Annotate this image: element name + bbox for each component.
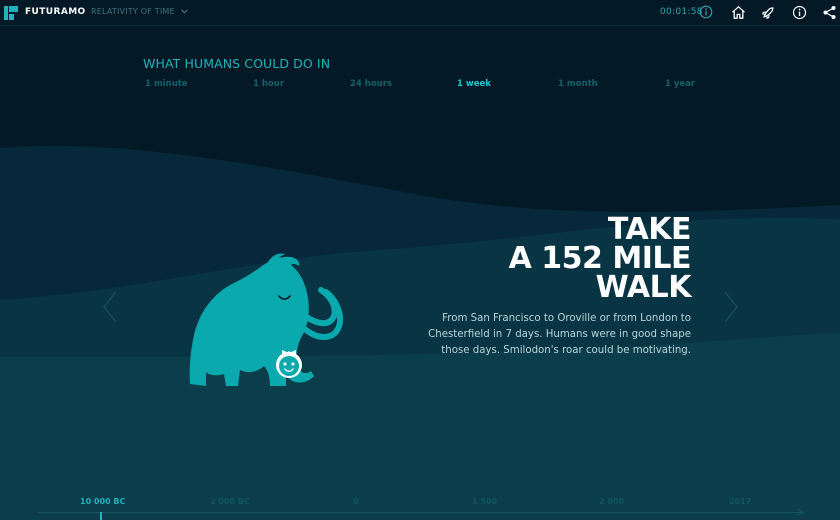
chevron-right-icon	[724, 291, 738, 323]
period-tab-1-month[interactable]: 1 month	[558, 79, 598, 89]
headline-line: TAKE	[607, 212, 692, 247]
timeline-marker	[100, 512, 102, 520]
top-bar: FUTURAMO RELATIVITY OF TIME 00:01:58	[0, 0, 840, 26]
slide-description: From San Francisco to Oroville or from L…	[428, 313, 691, 356]
logo-icon[interactable]	[4, 6, 18, 20]
timeline-label-2000[interactable]: 2 000	[599, 497, 624, 506]
scene-background	[0, 0, 840, 520]
period-tab-1-year[interactable]: 1 year	[665, 79, 695, 89]
section-dropdown[interactable]: RELATIVITY OF TIME	[91, 7, 188, 16]
section-dropdown-label: RELATIVITY OF TIME	[91, 7, 175, 16]
periods-title: WHAT HUMANS COULD DO IN	[143, 56, 331, 71]
home-icon[interactable]	[731, 5, 746, 20]
timeline-label-1500[interactable]: 1 500	[472, 497, 497, 506]
timeline-arrow-icon	[797, 509, 805, 516]
timeline-label-10000-bc[interactable]: 10 000 BC	[80, 497, 125, 506]
next-slide-button[interactable]	[723, 291, 739, 323]
previous-slide-button[interactable]	[102, 291, 118, 323]
period-tab-1-hour[interactable]: 1 hour	[253, 79, 284, 89]
period-tab-1-week[interactable]: 1 week	[457, 79, 491, 89]
timeline-axis[interactable]	[38, 512, 804, 513]
chevron-down-icon	[180, 9, 188, 14]
session-timer: 00:01:58	[660, 7, 703, 17]
period-tab-1-minute[interactable]: 1 minute	[145, 79, 188, 89]
rocket-icon[interactable]	[761, 5, 776, 20]
timeline-label-0[interactable]: 0	[353, 497, 359, 506]
brand-name[interactable]: FUTURAMO	[25, 7, 86, 17]
timer-info-icon[interactable]	[699, 5, 713, 19]
slide-headline: TAKE A 152 MILE WALK	[508, 212, 692, 305]
info-icon[interactable]	[792, 5, 807, 20]
headline-line: WALK	[595, 270, 692, 305]
hill-front	[0, 333, 840, 520]
share-icon[interactable]	[822, 5, 837, 20]
headline-line: A 152 MILE	[508, 241, 692, 276]
timeline-label-2000-bc[interactable]: 2 000 BC	[210, 497, 250, 506]
chevron-left-icon	[103, 291, 117, 323]
timeline-label-2017[interactable]: 2017	[729, 497, 751, 506]
period-tab-24-hours[interactable]: 24 hours	[350, 79, 392, 89]
